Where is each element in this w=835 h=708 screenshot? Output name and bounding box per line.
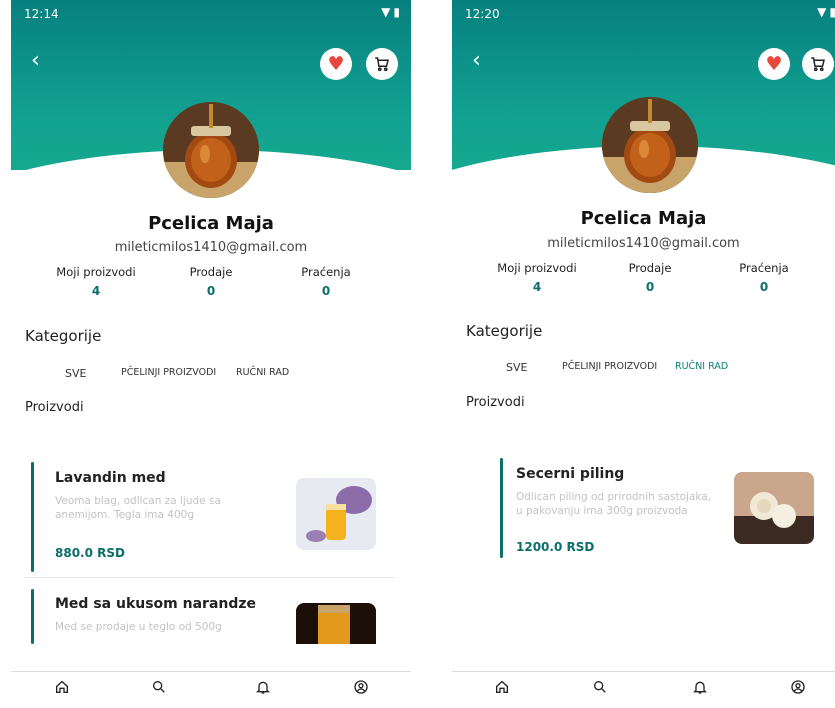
favorite-button[interactable]: ♥: [320, 48, 352, 80]
products-heading: Proizvodi: [466, 395, 525, 410]
bottom-navigation: [11, 671, 411, 708]
status-time: 12:20: [465, 7, 500, 21]
products-heading: Proizvodi: [25, 400, 84, 415]
cart-button[interactable]: [366, 48, 398, 80]
stat-label: Moji proizvodi: [497, 261, 577, 275]
wifi-battery-icon: ▼▮: [381, 5, 403, 19]
product-title: Lavandin med: [55, 470, 166, 486]
product-image: [734, 472, 814, 544]
home-icon[interactable]: [494, 679, 510, 699]
search-icon[interactable]: [592, 679, 608, 699]
category-tab-handmade[interactable]: RUČNI RAD: [675, 361, 728, 372]
product-card[interactable]: Med sa ukusom narandze Med se prodaje u …: [31, 589, 386, 644]
bell-icon[interactable]: [255, 679, 271, 699]
stat-label: Prodaje: [628, 261, 672, 275]
profile-name: Pcelica Maja: [580, 208, 707, 229]
accent-bar: [31, 589, 34, 644]
product-image: [296, 603, 376, 644]
stat-label: Praćenja: [301, 265, 351, 279]
product-image: [296, 478, 376, 550]
category-tab-bee-products[interactable]: PČELINJI PROIZVODI: [562, 361, 657, 372]
stat-value: 0: [206, 284, 216, 298]
stat-sales[interactable]: Prodaje 0: [585, 261, 715, 294]
favorite-button[interactable]: ♥: [758, 48, 790, 80]
categories-heading: Kategorije: [466, 322, 543, 340]
product-title: Secerni piling: [516, 466, 625, 482]
stat-following[interactable]: Praćenja 0: [699, 261, 829, 294]
back-arrow-icon[interactable]: ‹: [472, 48, 481, 73]
status-bar: 12:14 ▼▮: [11, 0, 411, 28]
stat-following[interactable]: Praćenja 0: [261, 265, 391, 298]
divider: [25, 577, 395, 578]
status-time: 12:14: [24, 7, 59, 21]
avatar[interactable]: [163, 102, 259, 198]
back-arrow-icon[interactable]: ‹: [31, 48, 40, 73]
bell-icon[interactable]: [692, 679, 708, 699]
stat-my-products[interactable]: Moji proizvodi 4: [31, 265, 161, 298]
profile-email: mileticmilos1410@gmail.com: [114, 240, 308, 255]
product-card[interactable]: Lavandin med Veoma blag, odlican za ljud…: [31, 462, 386, 572]
search-icon[interactable]: [151, 679, 167, 699]
product-card[interactable]: Secerni piling Odlican piling od prirodn…: [472, 458, 827, 558]
product-title: Med sa ukusom narandze: [55, 596, 257, 612]
stat-label: Moji proizvodi: [56, 265, 136, 279]
categories-heading: Kategorije: [25, 327, 102, 345]
home-icon[interactable]: [54, 679, 70, 699]
stat-my-products[interactable]: Moji proizvodi 4: [472, 261, 602, 294]
wifi-battery-icon: ▼▮: [817, 5, 835, 19]
stat-value: 0: [645, 280, 655, 294]
stat-label: Praćenja: [739, 261, 789, 275]
profile-icon[interactable]: [790, 679, 806, 699]
avatar[interactable]: [602, 97, 698, 193]
profile-screen-2: 12:20 ▼▮ ‹ ♥ Pcelica Maja mileticmilos14…: [452, 0, 835, 708]
stat-sales[interactable]: Prodaje 0: [146, 265, 276, 298]
product-price: 880.0 RSD: [55, 546, 125, 560]
stat-value: 0: [759, 280, 769, 294]
accent-bar: [31, 462, 34, 572]
profile-screen-1: 12:14 ▼▮ ‹ ♥ Pcelica Maja mileticmilos14…: [11, 0, 411, 708]
status-bar: 12:20 ▼▮: [452, 0, 835, 28]
profile-email: mileticmilos1410@gmail.com: [547, 236, 740, 251]
cart-button[interactable]: [802, 48, 834, 80]
product-description: Odlican piling od prirodnih sastojaka, u…: [516, 491, 712, 517]
accent-bar: [500, 458, 503, 558]
product-description: Veoma blag, odlican za ljude sa anemijom…: [55, 495, 221, 521]
heart-icon: ♥: [327, 52, 345, 75]
category-tab-handmade[interactable]: RUČNI RAD: [236, 367, 289, 378]
profile-icon[interactable]: [353, 679, 369, 699]
category-tab-all[interactable]: SVE: [65, 367, 86, 380]
stat-value: 4: [532, 280, 542, 294]
heart-icon: ♥: [765, 52, 783, 75]
cart-icon: [811, 57, 825, 72]
product-description: Med se prodaje u teglo od 500g: [55, 621, 222, 633]
stat-label: Prodaje: [189, 265, 233, 279]
category-tab-bee-products[interactable]: PČELINJI PROIZVODI: [121, 367, 216, 378]
cart-icon: [375, 57, 389, 72]
stat-value: 4: [91, 284, 101, 298]
profile-name: Pcelica Maja: [148, 213, 274, 234]
product-price: 1200.0 RSD: [516, 540, 595, 554]
bottom-navigation: [452, 671, 835, 708]
category-tab-all[interactable]: SVE: [506, 361, 527, 374]
stat-value: 0: [321, 284, 331, 298]
